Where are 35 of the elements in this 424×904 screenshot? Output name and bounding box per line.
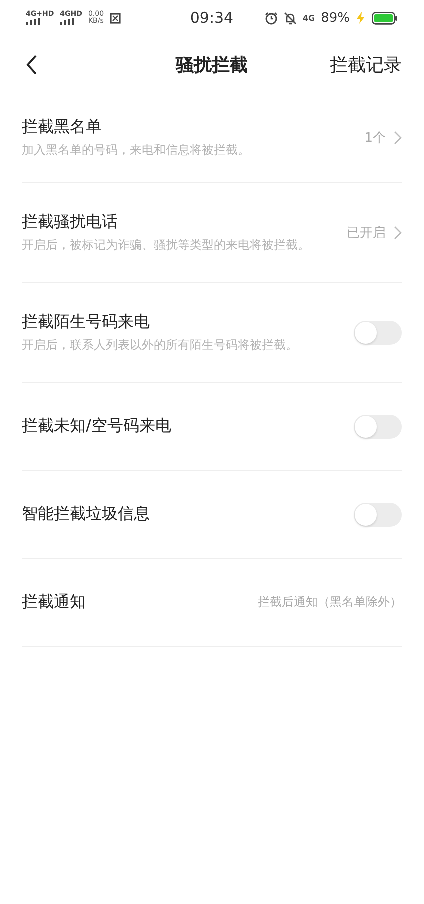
alarm-icon [264,12,278,24]
settings-item[interactable]: 拦截未知/空号码来电 [22,383,402,471]
chevron-icon [394,226,402,240]
battery-icon [372,12,398,24]
setting-title: 拦截通知 [22,592,87,613]
mute-icon [284,12,297,24]
setting-description: 加入黑名单的号码，来电和信息将被拦截。 [22,142,251,159]
toggle-switch[interactable] [354,502,402,526]
setting-title: 拦截骚扰电话 [22,212,119,232]
settings-item[interactable]: 拦截骚扰电话 开启后，被标记为诈骗、骚扰等类型的来电将被拦截。 已开启 [22,183,402,283]
setting-title: 智能拦截垃圾信息 [22,504,151,525]
settings-item[interactable]: 智能拦截垃圾信息 [22,471,402,559]
toggle-switch[interactable] [354,320,402,344]
network-label: 4G [302,14,316,22]
setting-description: 开启后，联系人列表以外的所有陌生号码将被拦截。 [22,336,299,354]
setting-title: 拦截未知/空号码来电 [22,416,172,437]
clock-time: 09:34 [189,9,235,27]
settings-item[interactable]: 拦截通知 拦截后通知（黑名单除外） [22,559,402,647]
setting-value: 1个 [364,130,386,147]
chevron-icon [394,131,402,145]
setting-value: 已开启 [347,224,386,242]
signal-icon [26,18,40,25]
app-notification-icon [110,12,122,24]
back-icon [26,55,38,75]
settings-item[interactable]: 拦截黑名单 加入黑名单的号码，来电和信息将被拦截。 1个 [22,94,402,183]
battery-percentage: 89% [321,10,350,26]
page-title: 骚扰拦截 [174,54,249,77]
signal-icon [60,18,74,25]
block-log-button[interactable]: 拦截记录 [330,53,402,77]
setting-description: 开启后，被标记为诈骗、骚扰等类型的来电将被拦截。 [22,236,311,254]
settings-item[interactable]: 拦截陌生号码来电 开启后，联系人列表以外的所有陌生号码将被拦截。 [22,283,402,383]
setting-title: 拦截陌生号码来电 [22,312,151,332]
setting-value: 拦截后通知（黑名单除外） [258,594,402,611]
toggle-switch[interactable] [354,414,402,438]
setting-title: 拦截黑名单 [22,117,103,138]
